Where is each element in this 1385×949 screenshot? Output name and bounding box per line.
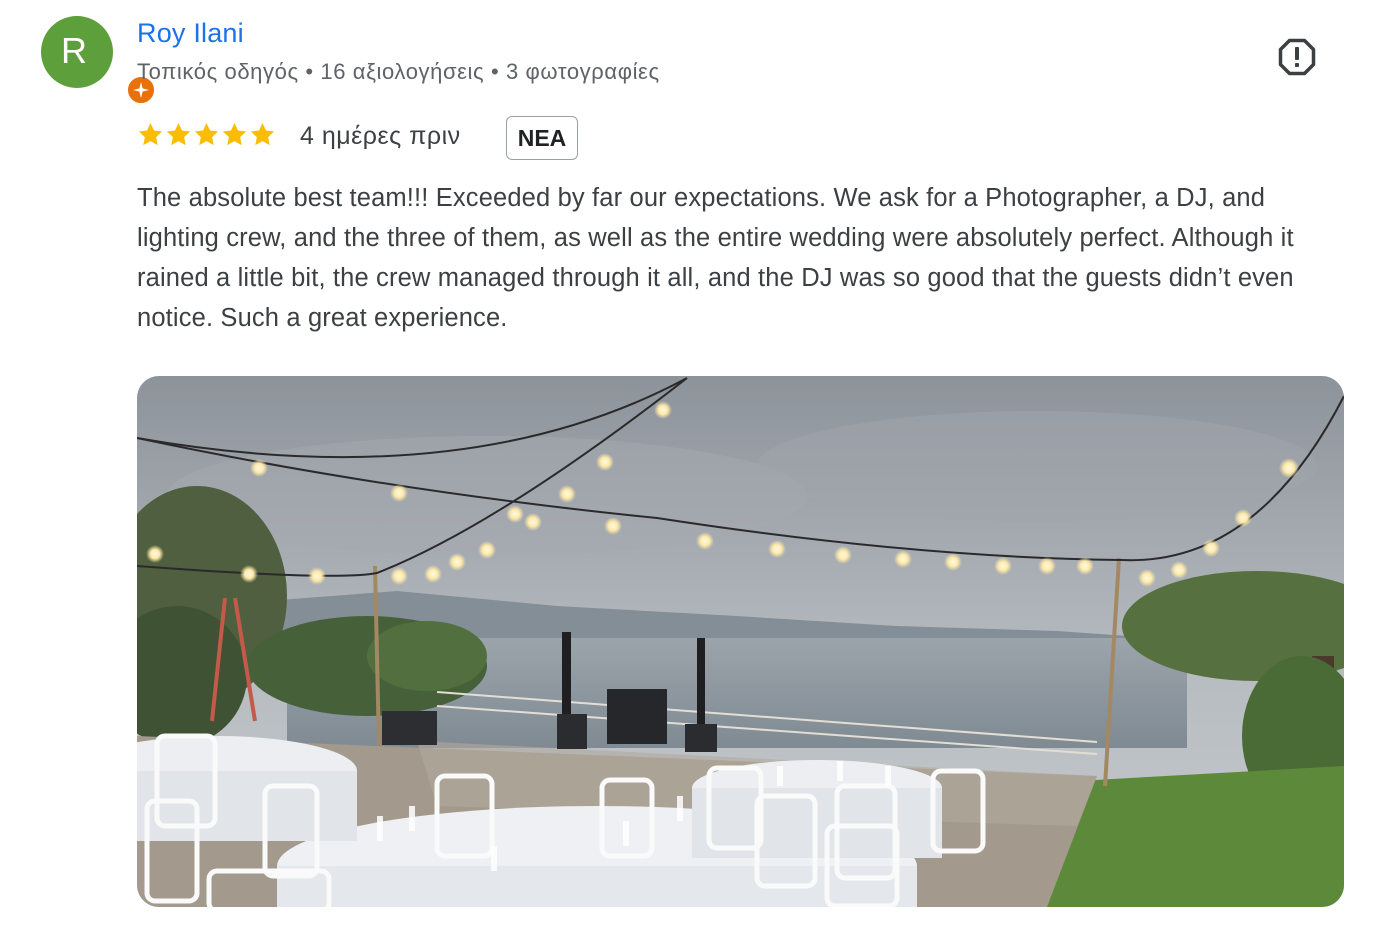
avatar-letter: R <box>61 30 87 71</box>
reviewer-name-link[interactable]: Roy Ilani <box>137 18 244 49</box>
review-photo[interactable] <box>137 376 1344 907</box>
star-icon <box>194 123 219 146</box>
star-icon <box>166 123 191 146</box>
review-text: The absolute best team!!! Exceeded by fa… <box>137 184 1294 332</box>
new-badge: NEA <box>506 116 578 160</box>
avatar[interactable]: R <box>41 16 156 105</box>
star-rating <box>137 121 276 148</box>
report-review-button[interactable] <box>1276 36 1318 78</box>
reviewer-meta: Τοπικός οδηγός • 16 αξιολογήσεις • 3 φωτ… <box>137 59 660 84</box>
star-icon <box>250 123 275 146</box>
star-icon <box>222 123 247 146</box>
review-time: 4 ημέρες πριν <box>300 122 461 150</box>
report-flag-icon <box>1278 38 1316 76</box>
star-icon <box>138 123 163 146</box>
